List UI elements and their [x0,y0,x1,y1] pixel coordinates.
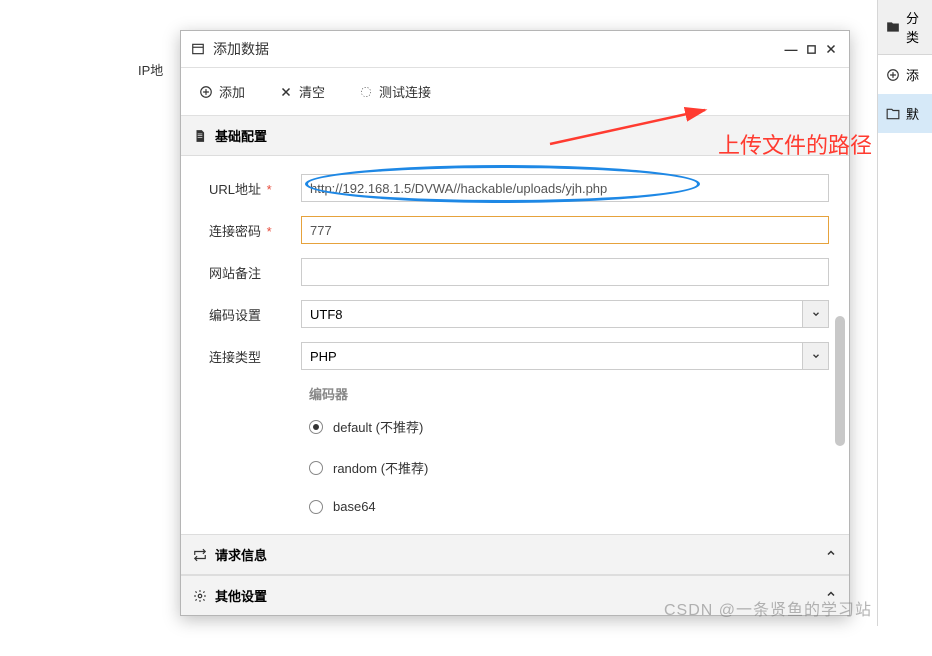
gear-icon [193,589,207,603]
encoder-option-default[interactable]: default (不推荐) [309,417,829,436]
section-other-title: 其他设置 [215,586,267,605]
chevron-down-icon [802,343,828,369]
dialog-toolbar: 添加 清空 测试连接 [181,68,849,116]
test-connection-label: 测试连接 [379,82,431,101]
radio-icon [309,461,323,475]
close-icon [279,85,293,99]
document-icon [193,129,207,143]
category-item-default[interactable]: 默 [878,94,932,133]
test-connection-button[interactable]: 测试连接 [351,78,439,105]
conn-type-select[interactable]: PHP [301,342,829,370]
section-basic-title: 基础配置 [215,126,267,145]
section-request-title: 请求信息 [215,545,267,564]
category-add-label: 添 [906,65,919,84]
watermark: CSDN @一条贤鱼的学习站 [664,596,872,620]
encode-select[interactable]: UTF8 [301,300,829,328]
window-icon [191,42,205,56]
minimize-button[interactable]: — [783,41,799,57]
encoder-option-label: random (不推荐) [333,458,428,477]
maximize-button[interactable] [803,41,819,57]
category-add-row[interactable]: 添 [878,55,932,94]
category-panel: 分类 添 默 [877,0,932,626]
category-header-label: 分类 [906,8,924,46]
encode-select-value: UTF8 [310,307,343,322]
section-basic-header[interactable]: 基础配置 [181,116,849,156]
radio-icon [309,500,323,514]
folder-outline-icon [886,107,900,121]
spinner-icon [359,85,373,99]
chevron-down-icon [802,301,828,327]
form-body: URL地址 * 连接密码 * 网站备注 编码设置 UTF8 连接类型 PHP [181,156,849,534]
url-label: URL地址 * [201,179,301,198]
scrollbar-thumb[interactable] [835,316,845,446]
dialog-titlebar[interactable]: 添加数据 — [181,31,849,68]
plus-circle-icon [886,68,900,82]
dialog-title: 添加数据 [213,39,783,59]
encoder-option-base64[interactable]: base64 [309,499,829,514]
add-button-label: 添加 [219,82,245,101]
category-header: 分类 [878,0,932,55]
encoder-option-random[interactable]: random (不推荐) [309,458,829,477]
encode-label: 编码设置 [201,305,301,324]
note-label: 网站备注 [201,263,301,282]
retweet-icon [193,548,207,562]
encoder-option-label: default (不推荐) [333,417,423,436]
radio-icon [309,420,323,434]
close-button[interactable] [823,41,839,57]
add-button[interactable]: 添加 [191,78,253,105]
clear-button-label: 清空 [299,82,325,101]
url-input[interactable] [301,174,829,202]
conn-type-value: PHP [310,349,337,364]
clear-button[interactable]: 清空 [271,78,333,105]
add-data-dialog: 添加数据 — 添加 清空 测试连接 [180,30,850,616]
column-header-ip: IP地 [138,60,163,79]
encoder-option-label: base64 [333,499,376,514]
category-item-label: 默 [906,104,919,123]
plus-circle-icon [199,85,213,99]
folder-solid-icon [886,20,900,34]
password-input[interactable] [301,216,829,244]
password-label: 连接密码 * [201,221,301,240]
section-request-header[interactable]: 请求信息 [181,534,849,575]
note-input[interactable] [301,258,829,286]
conn-type-label: 连接类型 [201,347,301,366]
encoder-title: 编码器 [309,384,829,403]
